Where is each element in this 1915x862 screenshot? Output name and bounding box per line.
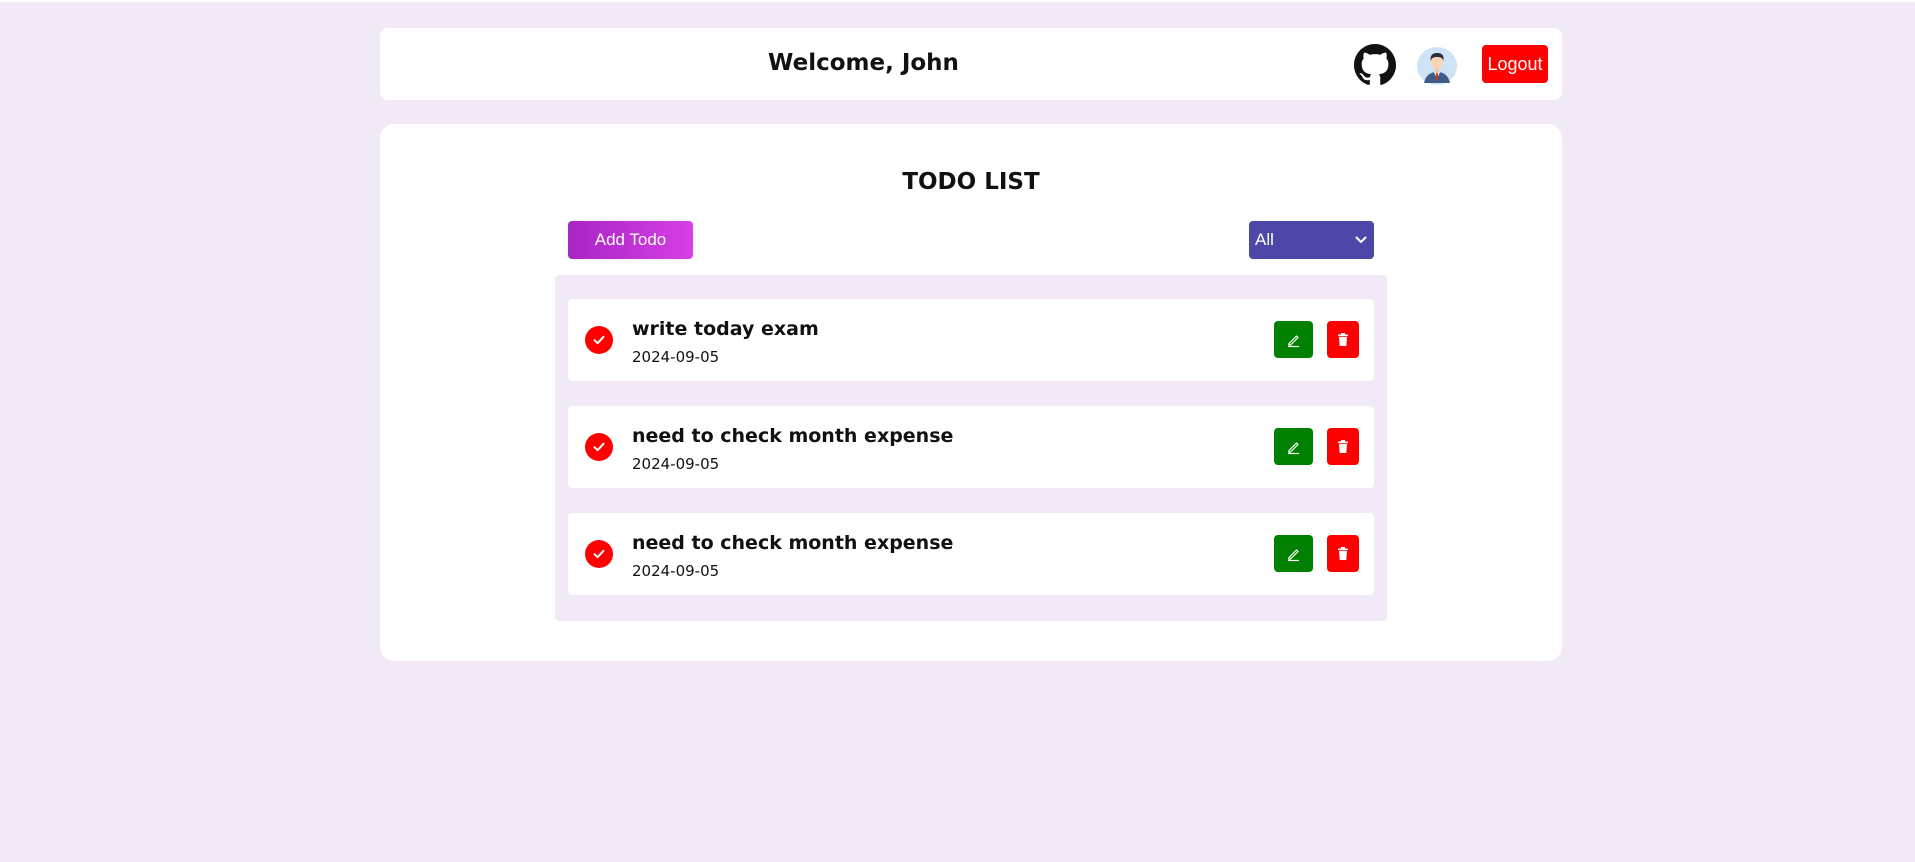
check-icon[interactable] [585,540,613,568]
trash-icon [1338,546,1348,560]
page-title: TODO LIST [902,169,1040,195]
todo-title: need to check month expense [632,532,954,554]
add-todo-button[interactable]: Add Todo [568,221,693,259]
pencil-icon [1287,441,1299,454]
pencil-icon [1287,334,1299,347]
welcome-message: Welcome, John [768,50,959,76]
todo-date: 2024-09-05 [632,455,720,473]
todo-date: 2024-09-05 [632,562,720,580]
todo-item: need to check month expense 2024-09-05 [568,513,1374,595]
check-icon[interactable] [585,433,613,461]
delete-todo-button[interactable] [1327,428,1359,465]
filter-selected-value: All [1255,230,1274,249]
todo-list: write today exam 2024-09-05 need to chec… [555,275,1387,621]
pencil-icon [1287,548,1299,561]
edit-todo-button[interactable] [1274,428,1313,465]
header-bar: Welcome, John Logout [380,28,1562,100]
logout-button[interactable]: Logout [1482,45,1548,83]
delete-todo-button[interactable] [1327,535,1359,572]
todo-item: need to check month expense 2024-09-05 [568,406,1374,488]
todo-title: write today exam [632,318,819,340]
trash-icon [1338,439,1348,453]
edit-todo-button[interactable] [1274,535,1313,572]
delete-todo-button[interactable] [1327,321,1359,358]
user-avatar[interactable] [1416,46,1458,86]
todo-date: 2024-09-05 [632,348,720,366]
todo-title: need to check month expense [632,425,954,447]
chevron-down-icon [1355,236,1367,243]
edit-todo-button[interactable] [1274,321,1313,358]
todo-item: write today exam 2024-09-05 [568,299,1374,381]
github-icon[interactable] [1354,44,1396,86]
status-filter-select[interactable]: All [1249,221,1374,259]
check-icon[interactable] [585,326,613,354]
todo-panel: TODO LIST Add Todo All write today exam … [380,124,1562,661]
trash-icon [1338,332,1348,346]
